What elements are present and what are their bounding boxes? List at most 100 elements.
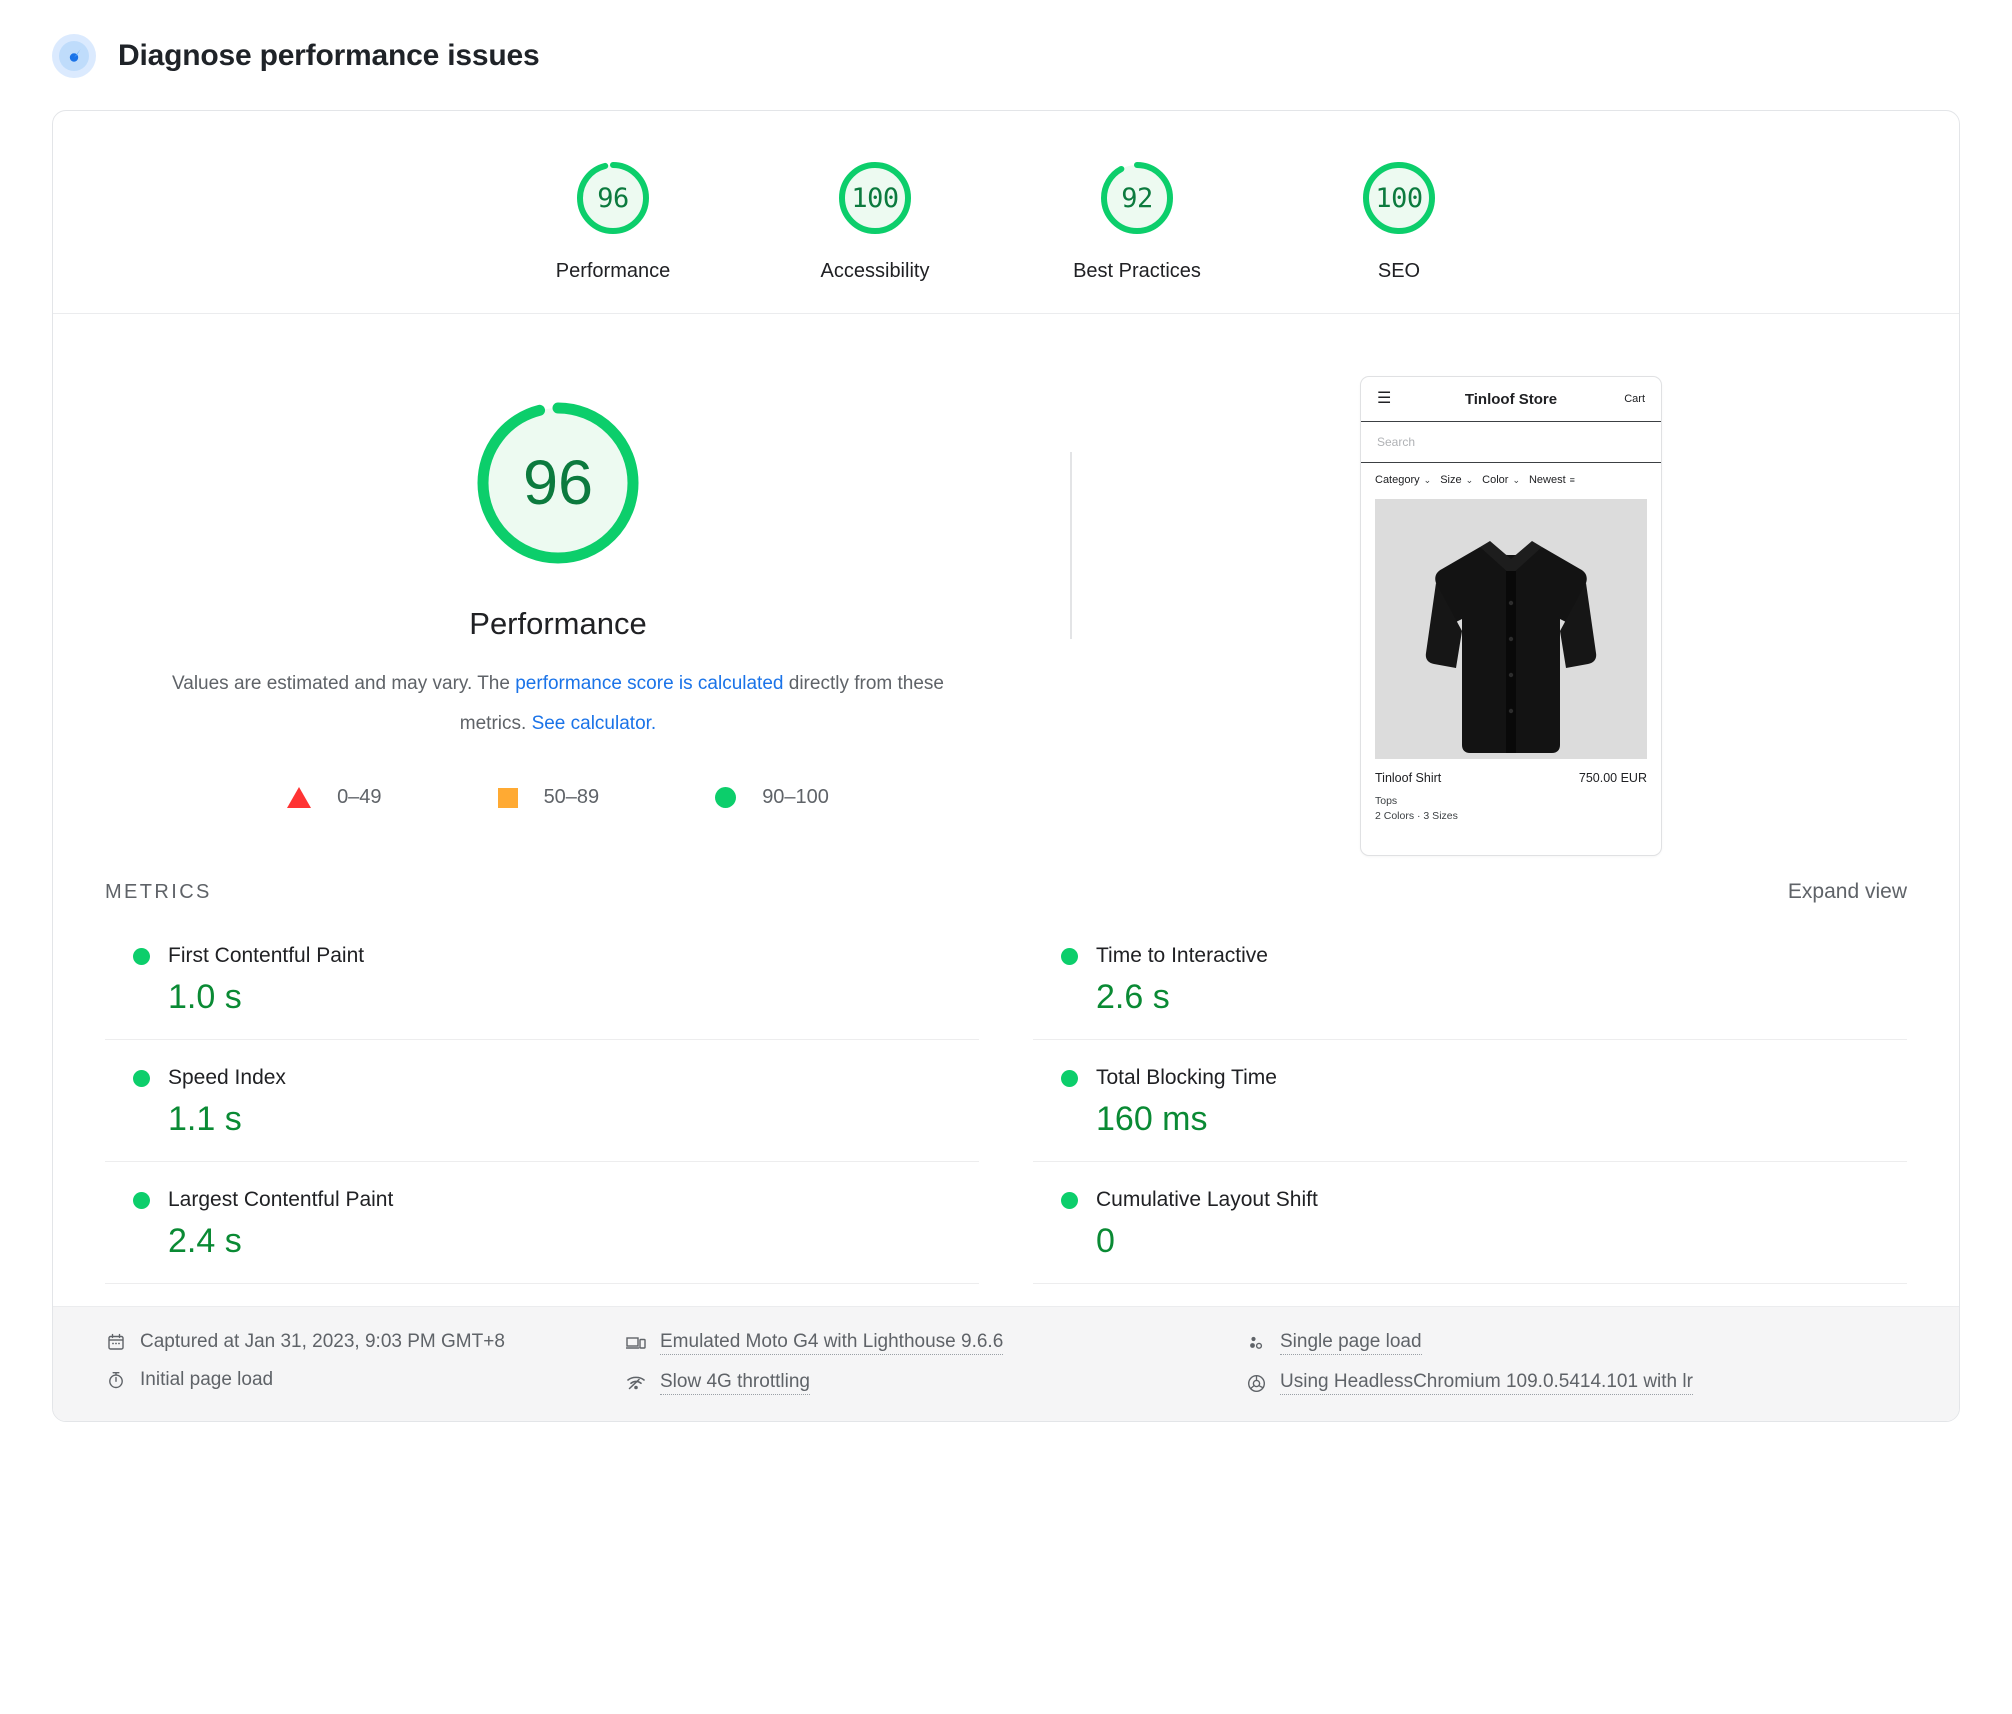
circle-icon (715, 787, 737, 808)
lighthouse-icon (52, 34, 96, 78)
gauge-label: Best Practices (1073, 260, 1201, 282)
mock-filter-color: Color ⌄ (1482, 474, 1520, 486)
gauge-label: Accessibility (820, 260, 930, 282)
metrics-title: METRICS (105, 881, 212, 903)
final-screenshot: ☰ Tinloof Store Cart Search Category ⌄ S… (1360, 376, 1662, 856)
metric-cumulative-layout-shift[interactable]: Cumulative Layout Shift 0 (1033, 1162, 1907, 1284)
category-score-best-practices[interactable]: 92 Best Practices (1062, 155, 1212, 283)
mock-product-image (1375, 499, 1647, 759)
footer-column-environment: Emulated Moto G4 with Lighthouse 9.6.6 S… (625, 1331, 1245, 1395)
legend-item-poor: 0–49 (287, 786, 382, 809)
gauge-score-value: 92 (1121, 182, 1153, 214)
performance-gauge-label: Performance (469, 606, 647, 641)
legend-range: 90–100 (762, 786, 829, 808)
status-dot-icon (1061, 947, 1078, 965)
status-dot-icon (133, 947, 150, 965)
status-dot-icon (1061, 1069, 1078, 1087)
gauge-seo: 100 (1356, 155, 1442, 241)
single-page-load-icon (1245, 1332, 1267, 1354)
footer-user-agent-text: Using HeadlessChromium 109.0.5414.101 wi… (1280, 1371, 1693, 1395)
gauge-score-value: 100 (1375, 182, 1423, 214)
legend-range: 50–89 (543, 786, 600, 808)
lighthouse-report-card: 96 Performance 100 Accessibility 92 Best… (52, 110, 1960, 1422)
chevron-down-icon: ⌄ (1423, 474, 1432, 485)
gauge-label: Performance (555, 260, 671, 282)
metric-value: 160 ms (1096, 1100, 1208, 1138)
calendar-icon (105, 1331, 127, 1353)
footer-throttling[interactable]: Slow 4G throttling (625, 1371, 1245, 1395)
footer-column-capture: Captured at Jan 31, 2023, 9:03 PM GMT+8 … (105, 1331, 625, 1395)
metric-largest-contentful-paint[interactable]: Largest Contentful Paint 2.4 s (105, 1162, 979, 1284)
footer-emulation-text: Emulated Moto G4 with Lighthouse 9.6.6 (660, 1331, 1004, 1355)
legend-item-good: 90–100 (715, 786, 829, 809)
performance-score-link[interactable]: performance score is calculated (515, 673, 783, 694)
gauge-best-practices: 92 (1094, 155, 1180, 241)
chevron-down-icon: ⌄ (1465, 474, 1474, 485)
network-throttle-icon (625, 1372, 647, 1394)
metric-label: Speed Index (168, 1066, 286, 1089)
status-dot-icon (1061, 1191, 1078, 1209)
desc-text-before: Values are estimated and may vary. The (172, 673, 516, 694)
category-score-seo[interactable]: 100 SEO (1324, 155, 1474, 283)
metric-value: 0 (1096, 1222, 1115, 1260)
gauge-performance: 96 (570, 155, 656, 241)
performance-score-value: 96 (522, 448, 594, 518)
filter-label: Color (1482, 474, 1509, 486)
footer-initial-page-load: Initial page load (105, 1369, 625, 1391)
stopwatch-icon (105, 1369, 127, 1391)
status-dot-icon (133, 1191, 150, 1209)
metric-label: Cumulative Layout Shift (1096, 1188, 1318, 1211)
chevron-down-icon: ⌄ (1512, 474, 1520, 485)
see-calculator-link[interactable]: See calculator. (532, 713, 657, 734)
legend-item-average: 50–89 (497, 786, 600, 809)
footer-emulation[interactable]: Emulated Moto G4 with Lighthouse 9.6.6 (625, 1331, 1245, 1355)
metric-time-to-interactive[interactable]: Time to Interactive 2.6 s (1033, 918, 1907, 1040)
metric-value: 2.4 s (168, 1222, 242, 1260)
mock-filter-category: Category ⌄ (1375, 474, 1431, 486)
footer-throttling-text: Slow 4G throttling (660, 1371, 810, 1395)
footer-column-runtime: Single page load Using HeadlessChromium … (1245, 1331, 1907, 1395)
footer-page-load-type[interactable]: Single page load (1245, 1331, 1907, 1355)
chrome-icon (1245, 1372, 1267, 1394)
final-screenshot-column: ☰ Tinloof Store Cart Search Category ⌄ S… (1063, 376, 1959, 856)
mock-search-field: Search (1361, 422, 1661, 463)
square-icon (497, 787, 518, 808)
footer-captured-at: Captured at Jan 31, 2023, 9:03 PM GMT+8 (105, 1331, 625, 1353)
category-score-performance[interactable]: 96 Performance (538, 155, 688, 283)
metric-label: First Contentful Paint (168, 944, 365, 967)
filter-label: Size (1440, 474, 1462, 486)
mock-product-info: Tinloof Shirt 750.00 EUR Tops 2 Colors ·… (1361, 759, 1661, 844)
sort-icon: ≡ (1569, 475, 1575, 485)
page-title: Diagnose performance issues (118, 39, 540, 72)
metric-speed-index[interactable]: Speed Index 1.1 s (105, 1040, 979, 1162)
mock-store-name: Tinloof Store (1464, 390, 1558, 408)
gauge-accessibility: 100 (832, 155, 918, 241)
category-score-accessibility[interactable]: 100 Accessibility (800, 155, 950, 283)
metric-value: 2.6 s (1096, 978, 1170, 1016)
mock-product-price: 750.00 EUR (1578, 771, 1647, 785)
mock-product-name: Tinloof Shirt (1375, 771, 1442, 785)
status-dot-icon (133, 1069, 150, 1087)
page-header: Diagnose performance issues (0, 0, 2012, 82)
mock-filter-size: Size ⌄ (1440, 474, 1473, 486)
mock-filter-sort: Newest ≡ (1529, 474, 1575, 486)
mock-product-variants: 2 Colors · 3 Sizes (1375, 810, 1458, 822)
footer-initial-page-load-text: Initial page load (140, 1369, 274, 1390)
metric-label: Time to Interactive (1096, 944, 1268, 967)
gauge-performance-large: 96 (461, 386, 655, 580)
metric-first-contentful-paint[interactable]: First Contentful Paint 1.0 s (105, 918, 979, 1040)
footer-captured-at-text: Captured at Jan 31, 2023, 9:03 PM GMT+8 (140, 1331, 505, 1352)
mock-search-placeholder: Search (1377, 435, 1416, 449)
metric-value: 1.0 s (168, 978, 242, 1016)
metrics-grid: First Contentful Paint 1.0 s Time to Int… (53, 904, 1959, 1284)
category-scores-row: 96 Performance 100 Accessibility 92 Best… (53, 111, 1959, 314)
expand-view-button[interactable]: Expand view (1788, 880, 1907, 904)
performance-summary-section: 96 Performance Values are estimated and … (53, 314, 1959, 856)
gauge-label: SEO (1377, 260, 1421, 282)
metric-total-blocking-time[interactable]: Total Blocking Time 160 ms (1033, 1040, 1907, 1162)
gauge-score-value: 96 (597, 182, 629, 214)
triangle-icon (287, 787, 312, 808)
devices-icon (625, 1332, 647, 1354)
mock-filter-row: Category ⌄ Size ⌄ Color ⌄ Newest ≡ (1361, 463, 1661, 497)
footer-user-agent[interactable]: Using HeadlessChromium 109.0.5414.101 wi… (1245, 1371, 1907, 1395)
